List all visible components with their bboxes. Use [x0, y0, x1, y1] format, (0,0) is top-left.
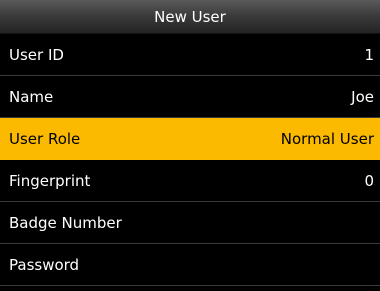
badge-number-label: Badge Number	[9, 213, 122, 232]
name-value: Joe	[351, 87, 374, 106]
badge-number-row[interactable]: Badge Number	[0, 202, 380, 244]
screen-title: New User	[0, 0, 380, 34]
name-label: Name	[9, 87, 54, 106]
user-id-row[interactable]: User ID 1	[0, 34, 380, 76]
user-role-label: User Role	[9, 129, 81, 148]
user-role-value: Normal User	[280, 129, 374, 148]
user-id-value: 1	[364, 45, 374, 64]
name-row[interactable]: Name Joe	[0, 76, 380, 118]
device-screen: New User User ID 1 Name Joe User Role No…	[0, 0, 380, 291]
user-id-label: User ID	[9, 45, 64, 64]
fingerprint-label: Fingerprint	[9, 171, 91, 190]
fingerprint-row[interactable]: Fingerprint 0	[0, 160, 380, 202]
password-label: Password	[9, 255, 80, 274]
user-settings-list: User ID 1 Name Joe User Role Normal User…	[0, 34, 380, 286]
password-row[interactable]: Password	[0, 244, 380, 286]
fingerprint-value: 0	[364, 171, 374, 190]
user-role-row[interactable]: User Role Normal User	[0, 118, 380, 160]
